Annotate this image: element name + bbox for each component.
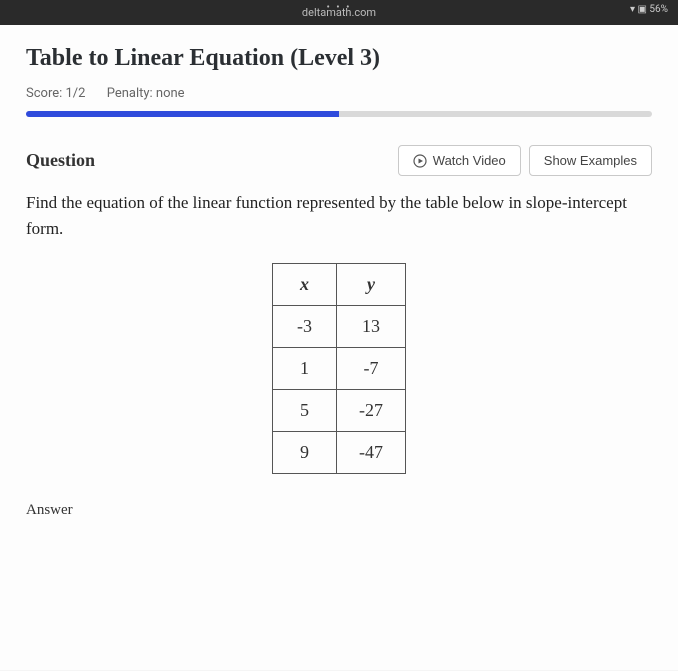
cell-x: 9: [273, 432, 337, 474]
score-label: Score: 1/2: [26, 86, 85, 101]
table-row: -3 13: [273, 306, 406, 348]
table-header-y: y: [337, 264, 406, 306]
table-header-x: x: [273, 264, 337, 306]
table-row: 9 -47: [273, 432, 406, 474]
watch-video-button[interactable]: Watch Video: [398, 145, 521, 176]
cell-y: -7: [337, 348, 406, 390]
browser-address-bar: • • • deltamath.com ▾ ▣ 56%: [0, 0, 678, 25]
cell-y: -27: [337, 390, 406, 432]
device-status: ▾ ▣ 56%: [630, 4, 668, 15]
table-row: 5 -27: [273, 390, 406, 432]
question-actions: Watch Video Show Examples: [398, 145, 652, 176]
cell-x: 5: [273, 390, 337, 432]
question-heading: Question: [26, 150, 95, 171]
table-row: 1 -7: [273, 348, 406, 390]
cell-y: -47: [337, 432, 406, 474]
battery-percent: 56%: [649, 4, 668, 15]
cell-x: 1: [273, 348, 337, 390]
question-prompt: Find the equation of the linear function…: [26, 190, 652, 241]
show-examples-label: Show Examples: [544, 153, 637, 168]
score-meta: Score: 1/2 Penalty: none: [26, 86, 652, 101]
battery-icon: ▣: [637, 4, 646, 15]
table-header-row: x y: [273, 264, 406, 306]
page-content: Table to Linear Equation (Level 3) Score…: [0, 25, 678, 670]
answer-heading: Answer: [26, 502, 652, 519]
page-title: Table to Linear Equation (Level 3): [26, 45, 652, 72]
browser-drag-handle: • • •: [326, 2, 351, 13]
progress-fill: [26, 111, 339, 117]
watch-video-label: Watch Video: [433, 153, 506, 168]
cell-y: 13: [337, 306, 406, 348]
cell-x: -3: [273, 306, 337, 348]
wifi-icon: ▾: [630, 4, 635, 15]
xy-table: x y -3 13 1 -7 5 -27 9 -47: [272, 263, 406, 474]
play-icon: [413, 154, 427, 168]
penalty-label: Penalty: none: [107, 86, 185, 101]
progress-bar: [26, 111, 652, 117]
show-examples-button[interactable]: Show Examples: [529, 145, 652, 176]
